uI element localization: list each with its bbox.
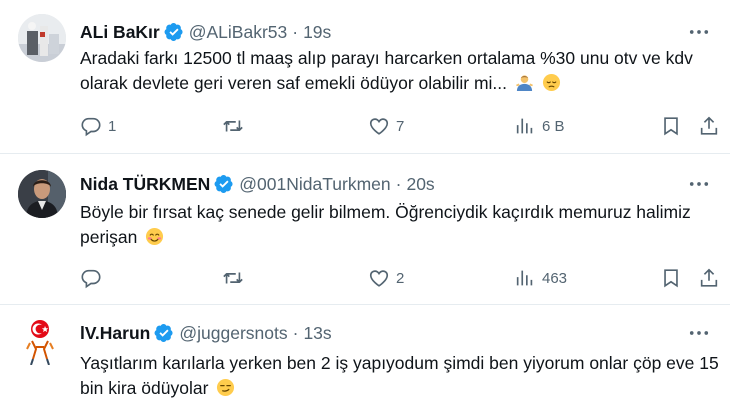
like-button[interactable]: 7: [368, 114, 404, 138]
views-button[interactable]: 6 B: [514, 114, 565, 138]
timestamp[interactable]: 13s: [303, 323, 331, 344]
share-button[interactable]: [698, 266, 720, 290]
share-button[interactable]: [698, 114, 720, 138]
like-count: 7: [396, 117, 405, 135]
user-handle[interactable]: @001NidaTurkmen: [239, 174, 390, 195]
verified-badge-icon: [214, 174, 234, 194]
avatar[interactable]: [18, 317, 66, 365]
pensive-face-emoji: [542, 73, 561, 92]
tweet-text: Yaşıtlarım karılarla yerken ben 2 iş yap…: [80, 351, 720, 401]
tweet-text: Böyle bir fırsat kaç senede gelir bilmem…: [80, 200, 720, 250]
smirking-face-emoji: [216, 378, 235, 397]
reply-button[interactable]: 1: [80, 114, 116, 138]
views-button[interactable]: 463: [514, 266, 567, 290]
heart-icon: [369, 118, 389, 135]
tweet-header: lV.Harun @juggersnots · 13s: [80, 321, 332, 345]
retweet-icon: [223, 272, 243, 284]
tweet[interactable]: Nida TÜRKMEN @001NidaTurkmen · 20s Böyle…: [0, 154, 730, 304]
bookmark-icon: [664, 269, 678, 288]
display-name[interactable]: lV.Harun: [80, 323, 150, 344]
verified-badge-icon: [154, 323, 174, 343]
more-options-icon[interactable]: [688, 325, 710, 341]
separator-dot: ·: [292, 322, 299, 343]
bookmark-button[interactable]: [660, 114, 682, 138]
tweet[interactable]: lV.Harun @juggersnots · 13s Yaşıtlarım k…: [0, 305, 730, 420]
reply-count: 1: [108, 117, 117, 135]
avatar[interactable]: [18, 170, 66, 218]
tweet[interactable]: ALi BaKır @ALiBakr53 · 19s Aradaki farkı…: [0, 0, 730, 153]
heart-icon: [369, 270, 389, 287]
user-handle[interactable]: @juggersnots: [179, 323, 287, 344]
separator-dot: ·: [395, 173, 402, 194]
tweet-text-content: Aradaki farkı 12500 tl maaş alıp parayı …: [80, 48, 693, 93]
share-icon: [700, 268, 718, 287]
more-options-icon[interactable]: [688, 176, 710, 192]
view-count: 6 B: [542, 117, 565, 135]
reply-button[interactable]: [80, 266, 108, 290]
tweet-header: Nida TÜRKMEN @001NidaTurkmen · 20s: [80, 172, 435, 196]
retweet-button[interactable]: [222, 114, 250, 138]
person-shrugging-emoji: [515, 73, 534, 92]
tweet-text-content: Böyle bir fırsat kaç senede gelir bilmem…: [80, 202, 691, 247]
tweet-actions: 1 7 6 B: [80, 114, 720, 138]
reply-icon: [81, 269, 101, 289]
display-name[interactable]: ALi BaKır: [80, 22, 160, 43]
more-options-icon[interactable]: [688, 24, 710, 40]
like-count: 2: [396, 269, 405, 287]
bookmark-icon: [664, 117, 678, 136]
view-count: 463: [542, 269, 568, 287]
separator-dot: ·: [292, 21, 299, 42]
like-button[interactable]: 2: [368, 266, 404, 290]
tweet-text: Aradaki farkı 12500 tl maaş alıp parayı …: [80, 46, 720, 96]
analytics-icon: [516, 270, 533, 286]
tweet-header: ALi BaKır @ALiBakr53 · 19s: [80, 20, 331, 44]
bookmark-button[interactable]: [660, 266, 682, 290]
avatar[interactable]: [18, 14, 66, 62]
tweet-text-content: Yaşıtlarım karılarla yerken ben 2 iş yap…: [80, 353, 719, 398]
smiling-face-emoji: [145, 227, 164, 246]
tweet-feed: ALi BaKır @ALiBakr53 · 19s Aradaki farkı…: [0, 0, 730, 420]
tweet-actions: 2 463: [80, 266, 720, 290]
retweet-button[interactable]: [222, 266, 250, 290]
verified-badge-icon: [164, 22, 184, 42]
user-handle[interactable]: @ALiBakr53: [189, 22, 288, 43]
analytics-icon: [516, 118, 533, 134]
retweet-icon: [223, 120, 243, 132]
reply-icon: [81, 117, 101, 137]
timestamp[interactable]: 20s: [406, 174, 434, 195]
timestamp[interactable]: 19s: [303, 22, 331, 43]
display-name[interactable]: Nida TÜRKMEN: [80, 174, 210, 195]
share-icon: [700, 116, 718, 135]
